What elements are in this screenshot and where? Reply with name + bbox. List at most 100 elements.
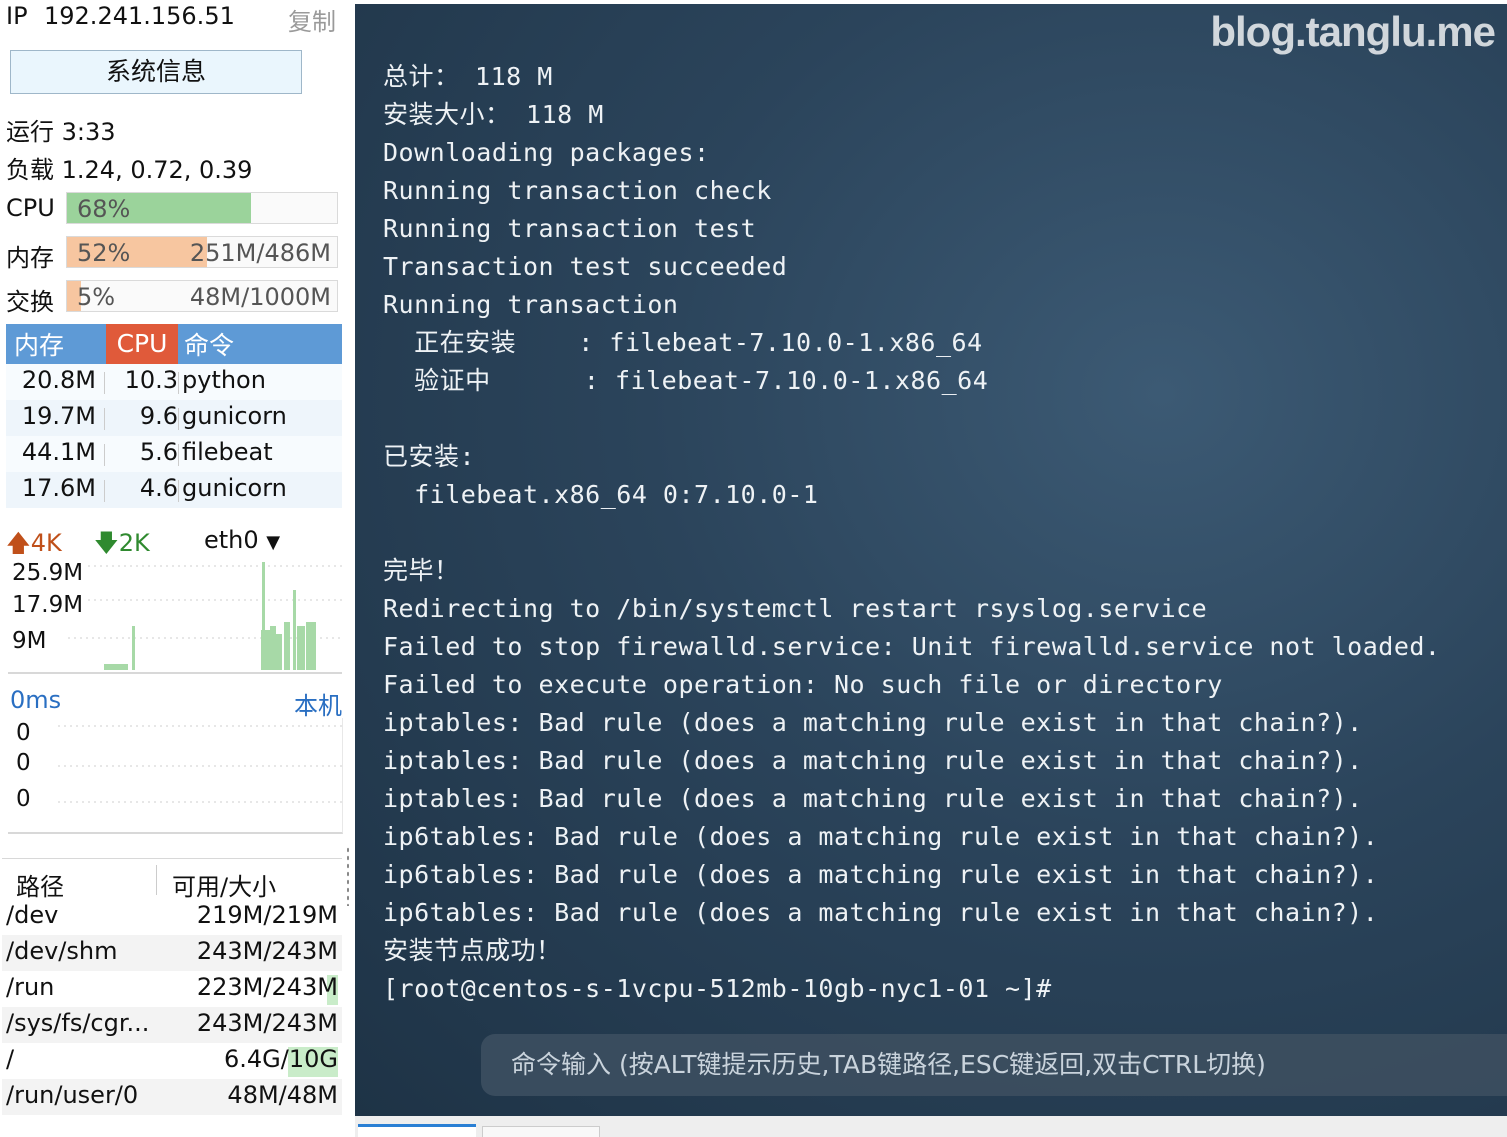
watermark-text: blog.tanglu.me (1210, 8, 1496, 55)
bottom-tab[interactable] (482, 1126, 600, 1137)
process-memory: 44.1M (21, 438, 96, 466)
ip-value: 192.241.156.51 (44, 2, 235, 30)
terminal-line: Failed to execute operation: No such fil… (383, 670, 1223, 699)
disk-row[interactable]: /run/user/0 48M/48M (2, 1079, 342, 1115)
column-divider (178, 408, 179, 430)
process-header-memory[interactable]: 内存 (14, 326, 64, 362)
terminal-line: Redirecting to /bin/systemctl restart rs… (383, 594, 1208, 623)
process-header-cpu[interactable]: CPU (106, 324, 178, 364)
memory-meter-amount: 251M/486M (189, 239, 331, 267)
terminal-line: iptables: Bad rule (does a matching rule… (383, 784, 1363, 813)
disk-path: /dev (6, 901, 59, 929)
column-divider (104, 408, 105, 430)
terminal-line: 正在安装 : filebeat-7.10.0-1.x86_64 (383, 328, 983, 357)
process-row[interactable]: 44.1M 5.6 filebeat (6, 436, 342, 472)
terminal-line: ip6tables: Bad rule (does a matching rul… (383, 860, 1379, 889)
swap-meter-amount: 48M/1000M (189, 283, 331, 311)
terminal-panel[interactable]: blog.tanglu.me 总计： 118 M 安装大小： 118 M Dow… (355, 4, 1507, 1116)
disk-path: /run/user/0 (6, 1081, 139, 1109)
memory-meter: 内存 52% 251M/486M (6, 236, 340, 272)
interface-dropdown[interactable]: eth0 ▼ (204, 526, 280, 554)
network-traffic-chart: 25.9M 17.9M 9M (8, 560, 342, 674)
terminal-line: filebeat.x86_64 0:7.10.0-1 (383, 480, 819, 509)
network-scale-high: 25.9M (12, 560, 86, 586)
process-table: 内存 CPU 命令 20.8M 10.3 python 19.7M 9.6 gu… (6, 324, 342, 508)
column-divider (178, 444, 179, 466)
swap-meter: 交换 5% 48M/1000M (6, 280, 340, 316)
process-memory: 20.8M (21, 366, 96, 394)
disk-path: / (6, 1045, 15, 1073)
swap-meter-label: 交换 (6, 288, 54, 316)
process-memory: 19.7M (21, 402, 96, 430)
panel-resize-handle[interactable] (346, 846, 350, 906)
process-command: python (182, 366, 266, 394)
column-divider (178, 372, 179, 394)
column-divider (178, 480, 179, 502)
latency-scale-mid: 0 (16, 750, 31, 776)
disk-row[interactable]: /run 223M/243M (2, 971, 342, 1007)
column-divider (104, 372, 105, 394)
process-command: gunicorn (182, 474, 287, 502)
disk-row[interactable]: /sys/fs/cgr... 243M/243M (2, 1007, 342, 1043)
terminal-line: Transaction test succeeded (383, 252, 788, 281)
memory-meter-label: 内存 (6, 244, 54, 272)
system-monitor-sidebar: IP 192.241.156.51 复制 系统信息 运行 3:33 负载 1.2… (0, 0, 350, 1137)
swap-meter-percent: 5% (77, 283, 116, 311)
system-info-button[interactable]: 系统信息 (10, 50, 302, 94)
cpu-meter: CPU 68% (6, 192, 340, 226)
disk-size: 243M/243M (196, 1009, 338, 1037)
disk-size: 243M/243M (196, 937, 338, 965)
terminal-line: 总计： 118 M (383, 62, 553, 91)
disk-row[interactable]: /dev 219M/219M (2, 899, 342, 935)
interface-name: eth0 (204, 526, 259, 554)
process-header-command[interactable]: 命令 (184, 326, 234, 362)
process-cpu: 5.6 (139, 438, 178, 466)
process-cpu: 4.6 (139, 474, 178, 502)
cpu-meter-percent: 68% (77, 195, 131, 223)
command-input[interactable]: 命令输入 (按ALT键提示历史,TAB键路径,ESC键返回,双击CTRL切换) (481, 1034, 1507, 1096)
cpu-meter-bar: 68% (66, 192, 338, 224)
network-scale-low: 9M (12, 628, 49, 654)
latency-scale-low: 0 (16, 786, 31, 812)
process-row[interactable]: 19.7M 9.6 gunicorn (6, 400, 342, 436)
ip-row: IP 192.241.156.51 复制 (6, 2, 336, 36)
process-rows: 20.8M 10.3 python 19.7M 9.6 gunicorn 44.… (6, 364, 342, 508)
latency-value: 0ms (10, 686, 62, 714)
terminal-line: 安装大小： 118 M (383, 100, 604, 129)
latency-host-selector[interactable]: 本机 (294, 686, 342, 721)
copy-ip-button[interactable]: 复制 (288, 2, 336, 37)
column-divider (104, 480, 105, 502)
disk-header-size[interactable]: 可用/大小 (172, 867, 276, 902)
terminal-prompt: [root@centos-s-1vcpu-512mb-10gb-nyc1-01 … (383, 974, 1052, 1003)
caret-down-icon: ▼ (266, 532, 281, 553)
terminal-output: 总计： 118 M 安装大小： 118 M Downloading packag… (383, 58, 1493, 1008)
network-scale-mid: 17.9M (12, 592, 86, 618)
process-row[interactable]: 20.8M 10.3 python (6, 364, 342, 400)
process-memory: 17.6M (21, 474, 96, 502)
disk-row[interactable]: / 6.4G/10G (2, 1043, 342, 1079)
process-row[interactable]: 17.6M 4.6 gunicorn (6, 472, 342, 508)
terminal-line: 已安装: (383, 442, 476, 471)
process-cpu: 10.3 (124, 366, 178, 394)
latency-chart: 0 0 0 (8, 718, 343, 834)
terminal-line: 验证中 : filebeat-7.10.0-1.x86_64 (383, 366, 989, 395)
ip-label: IP (6, 2, 28, 30)
uptime-text: 运行 3:33 (6, 118, 116, 146)
disk-path: /sys/fs/cgr... (6, 1009, 150, 1037)
memory-meter-percent: 52% (77, 239, 131, 267)
bottom-tab-active[interactable] (358, 1124, 476, 1137)
disk-row[interactable]: /dev/shm 243M/243M (2, 935, 342, 971)
column-divider (104, 444, 105, 466)
terminal-line: Failed to stop firewalld.service: Unit f… (383, 632, 1441, 661)
load-text: 负载 1.24, 0.72, 0.39 (6, 156, 253, 184)
process-cpu: 9.6 (139, 402, 178, 430)
latency-graph (58, 725, 342, 803)
disk-table-header: 路径 可用/大小 (2, 859, 342, 902)
terminal-line: iptables: Bad rule (does a matching rule… (383, 746, 1363, 775)
disk-size: 223M/243M (196, 973, 338, 1001)
disk-header-path[interactable]: 路径 (16, 867, 64, 902)
cpu-meter-label: CPU (6, 194, 55, 222)
arrow-up-icon: 🡅 (6, 529, 31, 557)
